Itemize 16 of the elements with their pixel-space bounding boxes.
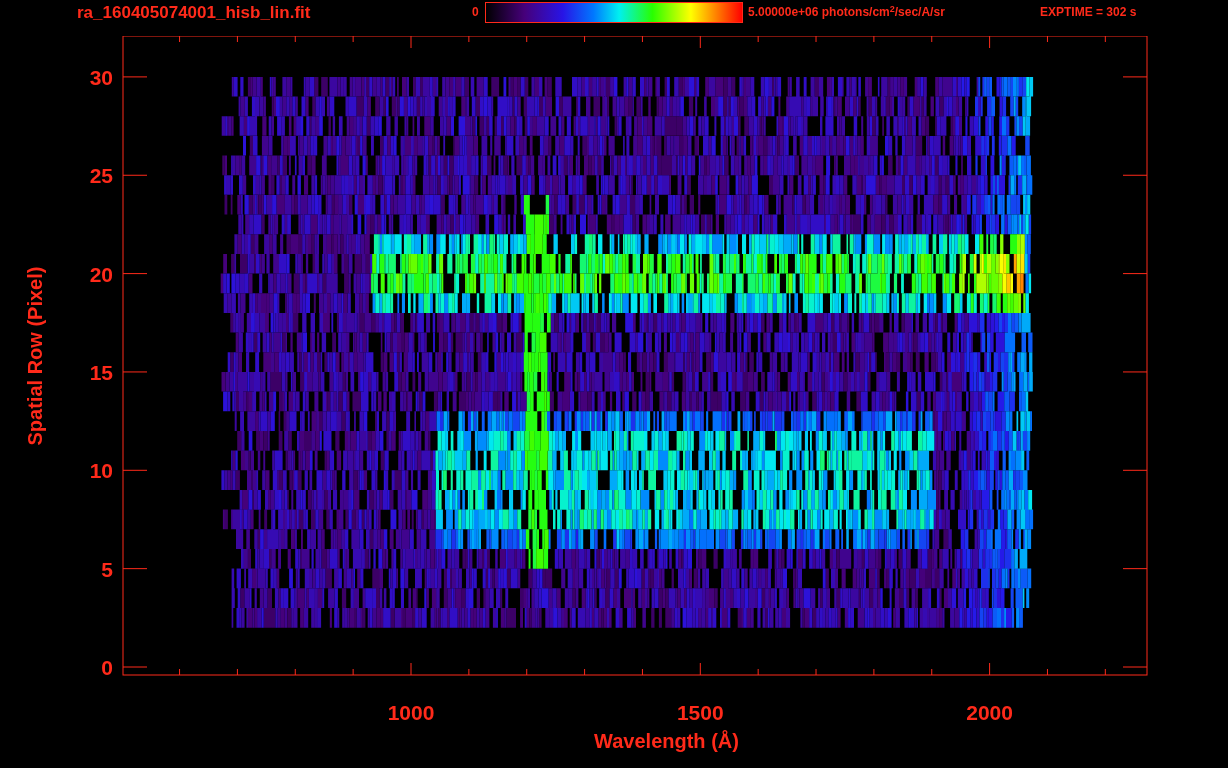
x-tick-label: 1500 — [676, 701, 724, 724]
y-tick-label: 5 — [101, 557, 113, 581]
y-tick-label: 15 — [89, 360, 113, 384]
y-axis-label: Spatial Row (Pixel) — [23, 266, 47, 445]
y-tick-label: 20 — [89, 262, 113, 286]
x-axis-label: Wavelength (Å) — [594, 729, 739, 754]
x-tick-label: 2000 — [966, 701, 1013, 724]
exposure-time-label: EXPTIME = 302 s — [1040, 6, 1137, 18]
y-tick-label: 0 — [101, 656, 113, 679]
colorbar-min-label: 0 — [472, 6, 480, 18]
x-tick-label: 1000 — [387, 701, 435, 724]
colorbar-max-label: 5.00000e+06 photons/cm$^{2}$/sec/A/sr — [748, 6, 946, 18]
file-title: ra_160405074001_hisb_lin.fit — [77, 3, 312, 21]
y-tick-label: 25 — [89, 164, 113, 188]
y-tick-label: 30 — [89, 65, 113, 89]
y-tick-label: 10 — [89, 459, 113, 483]
